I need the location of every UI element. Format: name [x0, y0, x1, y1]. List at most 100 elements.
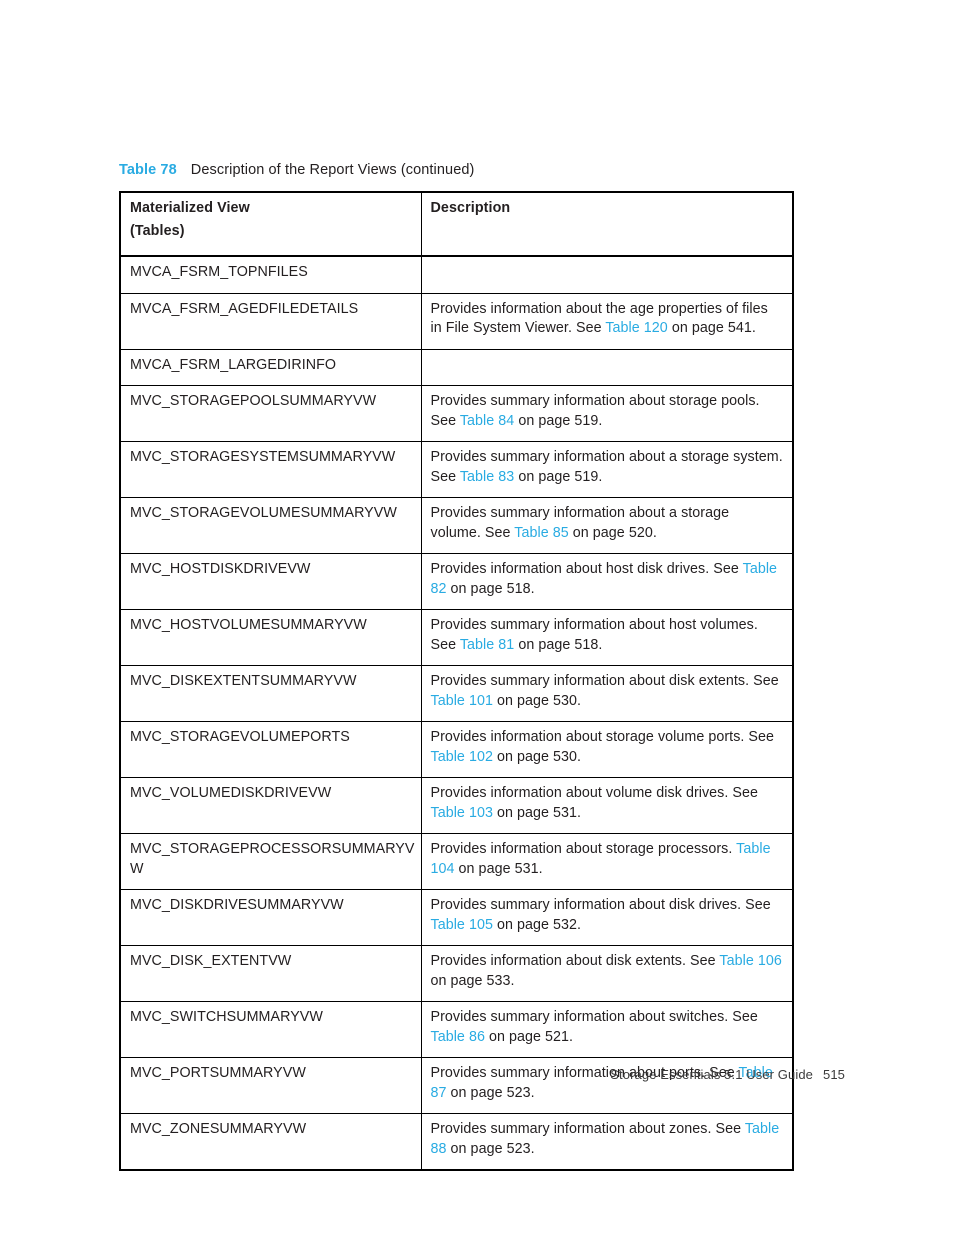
- footer-guide-title: Storage Essentials 5.1 User Guide: [610, 1067, 813, 1082]
- footer-page-number: 515: [823, 1067, 845, 1082]
- table-cross-reference-link[interactable]: Table 102: [431, 749, 493, 765]
- materialized-view-name: MVC_STORAGEPOOLSUMMARYVW: [119, 385, 422, 442]
- materialized-view-name: MVC_STORAGESYSTEMSUMMARYVW: [119, 441, 422, 498]
- table-row: MVC_STORAGESYSTEMSUMMARYVW Provides summa…: [119, 441, 794, 498]
- view-description: Provides summary information about a sto…: [420, 441, 794, 498]
- description-page-reference: on page 521.: [484, 1028, 574, 1045]
- description-text: Provides information about host disk dri…: [430, 561, 743, 577]
- description-text: Provides summary information about switc…: [430, 1009, 758, 1025]
- column-header-description: Description: [420, 191, 794, 257]
- table-cross-reference-link[interactable]: Table 103: [431, 805, 493, 821]
- table-cross-reference-link[interactable]: Table 120: [605, 320, 667, 336]
- materialized-view-name: MVC_HOSTVOLUMESUMMARYVW: [119, 609, 422, 666]
- table-body: MVCA_FSRM_TOPNFILES MVCA_FSRM_AGEDFILEDE…: [119, 255, 794, 1171]
- materialized-view-name: MVC_DISKEXTENTSUMMARYVW: [119, 665, 422, 722]
- table-row: MVC_STORAGEPROCESSORSUMMARYVW Provides in…: [119, 833, 794, 890]
- materialized-view-name: MVC_ZONESUMMARYVW: [119, 1113, 422, 1171]
- description-page-reference: on page 531.: [492, 804, 582, 821]
- view-description: Provides information about disk extents.…: [420, 945, 794, 1002]
- materialized-view-name: MVCA_FSRM_TOPNFILES: [119, 255, 422, 294]
- table-row: MVC_DISKEXTENTSUMMARYVW Provides summary …: [119, 665, 794, 722]
- materialized-view-name: MVC_DISK_EXTENTVW: [119, 945, 422, 1002]
- view-description: Provides summary information about disk …: [420, 889, 794, 946]
- description-text: Provides information about storage volum…: [430, 729, 775, 745]
- description-text: Provides summary information about disk …: [430, 897, 771, 913]
- table-row: MVCA_FSRM_TOPNFILES: [119, 255, 794, 294]
- document-page: Table 78 Description of the Report Views …: [0, 0, 954, 1235]
- table-cross-reference-link[interactable]: Table 101: [431, 693, 493, 709]
- view-description: [420, 348, 794, 386]
- materialized-view-name: MVCA_FSRM_AGEDFILEDETAILS: [119, 292, 422, 350]
- materialized-view-name: MVCA_FSRM_LARGEDIRINFO: [119, 348, 422, 386]
- description-text: Provides information about storage proce…: [430, 841, 737, 857]
- table-row: MVC_STORAGEPOOLSUMMARYVW Provides summary…: [119, 385, 794, 442]
- table-row: MVCA_FSRM_LARGEDIRINFO: [119, 348, 794, 386]
- materialized-view-name: MVC_STORAGEPROCESSORSUMMARYVW: [119, 833, 422, 890]
- description-page-reference: on page 520.: [568, 524, 657, 541]
- description-page-reference: on page 523.: [446, 1140, 535, 1157]
- materialized-view-name: MVC_VOLUMEDISKDRIVEVW: [119, 777, 422, 834]
- page-footer: Storage Essentials 5.1 User Guide 515: [0, 1067, 845, 1082]
- description-page-reference: on page 523.: [446, 1084, 535, 1101]
- column-header-materialized-view: Materialized View (Tables): [119, 191, 422, 257]
- description-text: Provides summary information about zones…: [430, 1121, 745, 1137]
- table-caption-label: Table 78: [119, 162, 177, 178]
- description-text: Provides information about disk extents.…: [430, 953, 720, 969]
- table-row: MVC_SWITCHSUMMARYVW Provides summary info…: [119, 1001, 794, 1058]
- description-page-reference: on page 518.: [446, 580, 535, 597]
- report-views-table: Materialized View (Tables) Description M…: [119, 191, 794, 1171]
- materialized-view-name: MVC_STORAGEVOLUMEPORTS: [119, 721, 422, 778]
- table-row: MVC_DISKDRIVESUMMARYVW Provides summary i…: [119, 889, 794, 946]
- materialized-view-name: MVC_HOSTDISKDRIVEVW: [119, 553, 422, 610]
- view-description: Provides summary information about ports…: [420, 1057, 794, 1114]
- table-caption: Table 78 Description of the Report Views …: [119, 161, 474, 179]
- table-row: MVC_PORTSUMMARYVW Provides summary inform…: [119, 1057, 794, 1114]
- view-description: Provides summary information about zones…: [420, 1113, 794, 1171]
- materialized-view-name: MVC_SWITCHSUMMARYVW: [119, 1001, 422, 1058]
- view-description: Provides information about volume disk d…: [420, 777, 794, 834]
- table-row: MVC_VOLUMEDISKDRIVEVW Provides informatio…: [119, 777, 794, 834]
- table-row: MVCA_FSRM_AGEDFILEDETAILS Provides inform…: [119, 292, 794, 350]
- table-cross-reference-link[interactable]: Table 86: [431, 1029, 485, 1045]
- description-page-reference: on page 530.: [492, 748, 582, 765]
- view-description: Provides summary information about disk …: [420, 665, 794, 722]
- empty-description: [431, 264, 435, 280]
- empty-description: [431, 357, 435, 373]
- table-cross-reference-link[interactable]: Table 106: [719, 953, 781, 969]
- view-description: Provides summary information about host …: [420, 609, 794, 666]
- table-header: Materialized View (Tables) Description: [119, 191, 794, 257]
- description-text: Provides summary information about disk …: [430, 673, 779, 689]
- view-description: Provides summary information about a sto…: [420, 497, 794, 554]
- view-description: Provides summary information about switc…: [420, 1001, 794, 1058]
- materialized-view-name: MVC_DISKDRIVESUMMARYVW: [119, 889, 422, 946]
- table-row: MVC_HOSTDISKDRIVEVW Provides information …: [119, 553, 794, 610]
- table-row: MVC_DISK_EXTENTVW Provides information ab…: [119, 945, 794, 1002]
- description-page-reference: on page 519.: [514, 412, 603, 429]
- view-description: Provides summary information about stora…: [420, 385, 794, 442]
- table-cross-reference-link[interactable]: Table 85: [514, 525, 568, 541]
- view-description: [420, 255, 794, 294]
- materialized-view-name: MVC_PORTSUMMARYVW: [119, 1057, 422, 1114]
- materialized-view-name: MVC_STORAGEVOLUMESUMMARYVW: [119, 497, 422, 554]
- description-page-reference: on page 541.: [667, 320, 756, 336]
- description-page-reference: on page 530.: [492, 692, 582, 709]
- description-page-reference: on page 533.: [430, 972, 515, 989]
- table-row: MVC_STORAGEVOLUMEPORTS Provides informati…: [119, 721, 794, 778]
- table-row: MVC_HOSTVOLUMESUMMARYVW Provides summary …: [119, 609, 794, 666]
- description-page-reference: on page 519.: [514, 468, 603, 485]
- table-header-row: Materialized View (Tables) Description: [119, 191, 794, 257]
- column-header-line2: (Tables): [130, 222, 185, 239]
- view-description: Provides information about storage volum…: [420, 721, 794, 778]
- description-text: Provides information about volume disk d…: [430, 785, 759, 801]
- view-description: Provides information about host disk dri…: [420, 553, 794, 610]
- table-cross-reference-link[interactable]: Table 81: [460, 637, 514, 653]
- table-cross-reference-link[interactable]: Table 83: [460, 469, 514, 485]
- table-row: MVC_ZONESUMMARYVW Provides summary inform…: [119, 1113, 794, 1171]
- description-page-reference: on page 531.: [454, 860, 543, 877]
- table-cross-reference-link[interactable]: Table 84: [460, 413, 514, 429]
- column-header-line1: Materialized View: [130, 200, 250, 216]
- table-cross-reference-link[interactable]: Table 105: [431, 917, 493, 933]
- table-caption-text: Description of the Report Views (continu…: [190, 162, 475, 178]
- description-page-reference: on page 532.: [492, 916, 582, 933]
- view-description: Provides information about storage proce…: [420, 833, 794, 890]
